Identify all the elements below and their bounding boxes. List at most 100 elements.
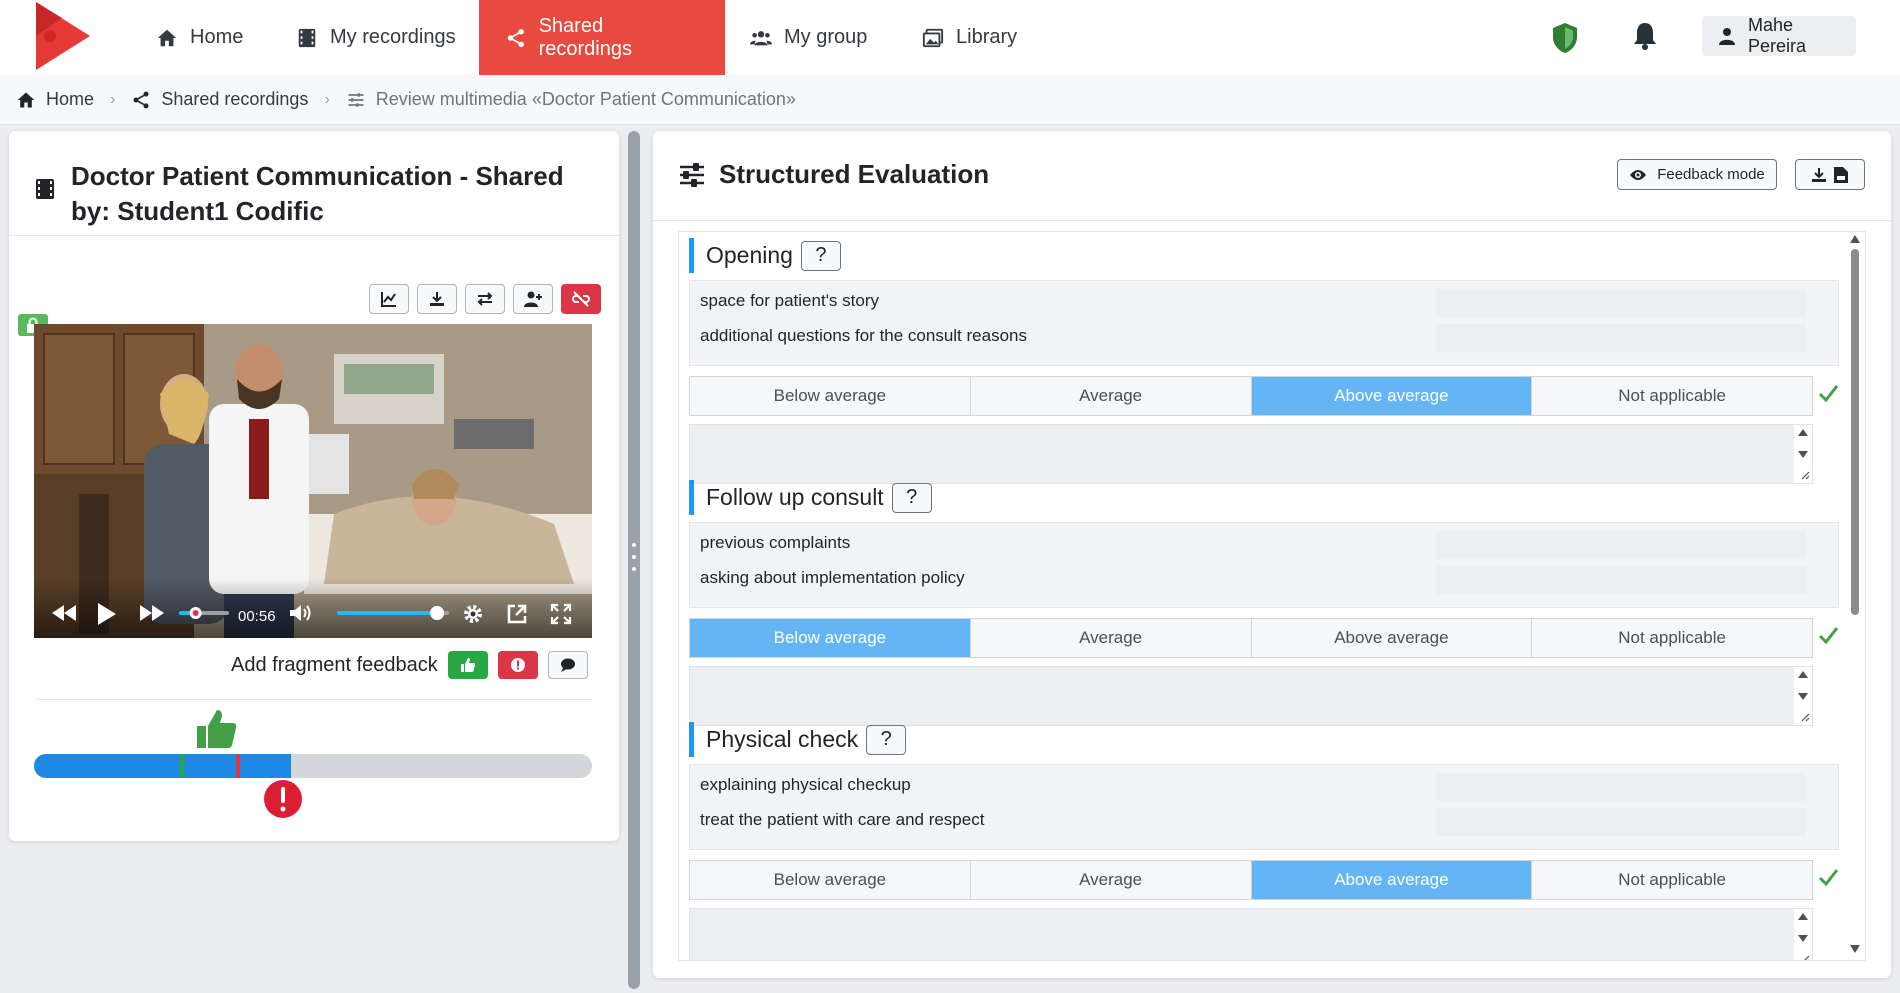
share-icon (133, 91, 149, 108)
criteria-item-placeholder (1436, 566, 1806, 594)
breadcrumb-home[interactable]: Home (16, 89, 94, 110)
criteria-item-placeholder (1436, 289, 1806, 317)
rating-option[interactable]: Not applicable (1532, 619, 1812, 657)
rating-selector: Below average Average Above average Not app… (689, 860, 1813, 900)
rating-selector: Below average Average Above average Not app… (689, 618, 1813, 658)
external-link-icon[interactable] (506, 603, 528, 625)
exclamation-circle-icon (510, 658, 525, 672)
pdf-file-icon (1834, 166, 1848, 183)
scroll-up-icon[interactable] (1848, 233, 1862, 245)
nav-library[interactable]: Library (896, 0, 1043, 75)
bell-icon[interactable] (1630, 20, 1660, 52)
negative-marker-line[interactable] (235, 754, 240, 778)
recording-title: Doctor Patient Communication - Shared by… (33, 159, 593, 229)
unlink-button[interactable] (561, 284, 601, 314)
positive-feedback-button[interactable] (447, 651, 488, 679)
volume-icon[interactable] (290, 603, 314, 623)
scroll-down-icon[interactable] (1848, 943, 1862, 955)
criteria-item: explaining physical checkup (700, 775, 911, 794)
criteria-item-placeholder (1436, 324, 1806, 352)
divider (36, 699, 592, 700)
fullscreen-icon[interactable] (550, 603, 572, 625)
textarea-scrollbar[interactable] (1794, 667, 1812, 725)
nav-home[interactable]: Home (130, 0, 269, 75)
rating-option[interactable]: Average (970, 861, 1252, 899)
thumbs-up-icon (460, 658, 475, 672)
breadcrumb-shared[interactable]: Shared recordings (131, 89, 308, 110)
chart-line-icon (381, 292, 396, 307)
feedback-timeline[interactable] (34, 754, 592, 778)
rating-option[interactable]: Above average (1251, 619, 1533, 657)
comment-textarea[interactable] (689, 908, 1813, 960)
download-icon (430, 292, 444, 306)
criteria-box: space for patient's story additional ques… (689, 280, 1839, 366)
scrollbar-thumb[interactable] (1851, 249, 1859, 615)
app-logo[interactable] (32, 0, 94, 70)
comment-textarea[interactable] (689, 666, 1813, 726)
feedback-mode-button[interactable]: Feedback mode (1617, 159, 1777, 190)
comment-feedback-button[interactable] (547, 651, 588, 679)
video-toolbar (369, 284, 601, 314)
sliders-icon (680, 162, 704, 187)
negative-feedback-button[interactable] (497, 651, 538, 679)
rating-option[interactable]: Above average (1251, 377, 1533, 415)
download-button[interactable] (417, 284, 457, 314)
positive-marker-thumbs-up-icon[interactable] (195, 708, 237, 750)
evaluation-scroll-area[interactable]: Opening? space for patient's story additio… (678, 231, 1866, 961)
help-button[interactable]: ? (800, 240, 841, 271)
help-button[interactable]: ? (891, 482, 932, 513)
evaluation-scrollbar[interactable] (1848, 231, 1862, 961)
download-icon (1812, 167, 1826, 182)
breadcrumb-separator: › (110, 90, 116, 108)
criteria-item: treat the patient with care and respect (700, 810, 985, 829)
rating-option[interactable]: Average (970, 377, 1252, 415)
share-icon (507, 28, 524, 47)
rating-option[interactable]: Above average (1251, 861, 1533, 899)
shield-icon[interactable] (1551, 22, 1579, 54)
criteria-item: space for patient's story (700, 291, 879, 310)
exchange-icon (477, 292, 493, 306)
export-pdf-button[interactable] (1795, 159, 1865, 190)
rating-option[interactable]: Not applicable (1532, 861, 1812, 899)
film-icon (298, 28, 316, 47)
volume-slider[interactable] (337, 606, 449, 620)
rewind-icon[interactable] (52, 603, 76, 623)
sliders-icon (348, 92, 364, 107)
rating-option[interactable]: Below average (690, 377, 971, 415)
recording-panel: Doctor Patient Communication - Shared by… (9, 131, 619, 841)
rating-selector: Below average Average Above average Not app… (689, 376, 1813, 416)
positive-marker-line[interactable] (179, 754, 184, 778)
analytics-button[interactable] (369, 284, 409, 314)
panel-splitter[interactable] (628, 131, 640, 989)
comment-icon (560, 658, 575, 672)
negative-marker-exclamation-icon[interactable] (263, 779, 303, 819)
switch-button[interactable] (465, 284, 505, 314)
images-icon (922, 28, 944, 47)
textarea-scrollbar[interactable] (1794, 425, 1812, 483)
play-icon[interactable] (98, 603, 116, 625)
criteria-box: explaining physical checkup treat the pat… (689, 764, 1839, 850)
rating-option[interactable]: Below average (690, 619, 971, 657)
help-button[interactable]: ? (866, 724, 907, 755)
rating-option[interactable]: Below average (690, 861, 971, 899)
nav-shared-recordings[interactable]: Shared recordings (479, 0, 725, 75)
timeline-progress (34, 754, 291, 778)
eye-icon (1630, 169, 1647, 180)
comment-textarea[interactable] (689, 424, 1813, 484)
add-user-button[interactable] (513, 284, 553, 314)
settings-gear-icon[interactable] (462, 603, 484, 625)
users-icon (750, 30, 772, 45)
nav-my-recordings[interactable]: My recordings (270, 0, 482, 75)
rating-option[interactable]: Average (970, 619, 1252, 657)
user-menu-button[interactable]: Mahe Pereira (1702, 15, 1856, 56)
video-controls: 00:56 (34, 578, 592, 638)
check-icon (1818, 869, 1839, 887)
user-plus-icon (524, 291, 542, 307)
textarea-scrollbar[interactable] (1794, 909, 1812, 960)
fast-forward-icon[interactable] (140, 603, 164, 623)
nav-my-group[interactable]: My group (724, 0, 893, 75)
video-player[interactable]: 00:56 (34, 324, 592, 638)
breadcrumb-separator: › (324, 90, 330, 108)
seek-bar[interactable] (179, 606, 229, 620)
rating-option[interactable]: Not applicable (1532, 377, 1812, 415)
